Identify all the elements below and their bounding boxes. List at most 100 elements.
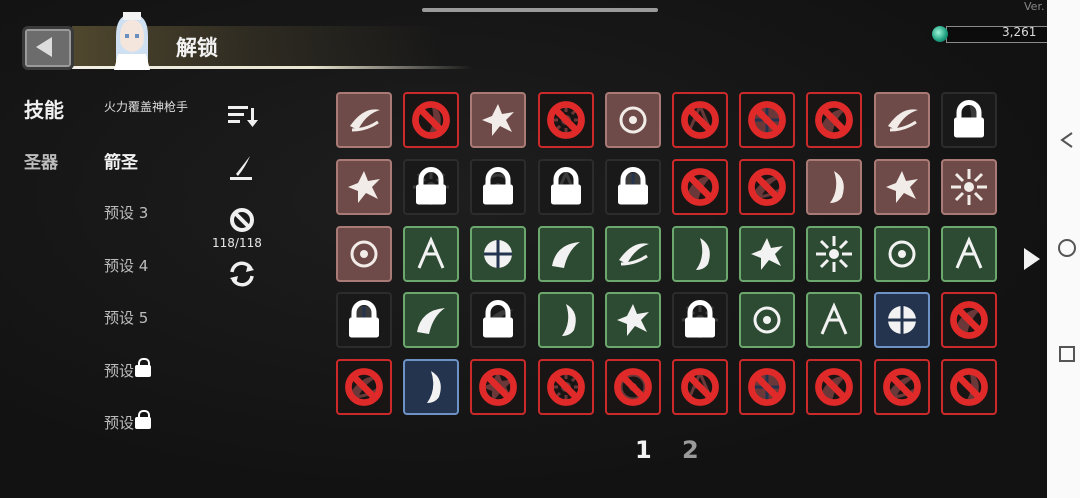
system-recents-icon[interactable] <box>1057 344 1077 364</box>
preset-label: 预设 <box>104 362 135 380</box>
skill-tile[interactable] <box>538 226 594 282</box>
skill-tile[interactable] <box>470 226 526 282</box>
skill-tile[interactable] <box>941 159 997 215</box>
chain-icon <box>484 240 512 268</box>
shuriken-icon <box>753 306 781 334</box>
ban-badge-icon <box>547 368 585 406</box>
skill-tile[interactable] <box>470 292 526 348</box>
skill-tile[interactable] <box>605 292 661 348</box>
skill-tile[interactable] <box>538 92 594 148</box>
skill-tile[interactable] <box>806 92 862 148</box>
storm-icon <box>886 171 918 203</box>
skill-tile[interactable] <box>941 226 997 282</box>
beam-icon <box>888 240 916 268</box>
preset-item-locked[interactable]: 预设 <box>104 358 152 381</box>
skill-tile[interactable] <box>806 226 862 282</box>
ban-badge-icon <box>614 368 652 406</box>
ban-badge-icon <box>950 301 988 339</box>
ban-badge-icon <box>547 101 585 139</box>
leap-icon <box>552 242 580 268</box>
ban-badge-icon <box>950 368 988 406</box>
skill-tile[interactable] <box>874 159 930 215</box>
category-relics[interactable]: 圣器 <box>24 148 58 173</box>
currency-display: 3,261 <box>932 24 1050 44</box>
skill-tile[interactable] <box>470 359 526 415</box>
skill-tile[interactable] <box>672 92 728 148</box>
lock-icon <box>618 167 648 205</box>
refresh-icon[interactable] <box>226 260 258 288</box>
skill-tile[interactable] <box>470 159 526 215</box>
skill-tile[interactable] <box>403 159 459 215</box>
back-button[interactable] <box>22 26 74 70</box>
skill-tile[interactable] <box>739 92 795 148</box>
skill-tile[interactable] <box>739 359 795 415</box>
skill-tile[interactable] <box>605 359 661 415</box>
page-1-button[interactable]: 1 <box>635 436 652 464</box>
next-page-icon[interactable] <box>1024 248 1040 270</box>
preset-item[interactable]: 预设 4 <box>104 255 148 276</box>
lock-icon <box>483 167 513 205</box>
skill-tile[interactable] <box>538 159 594 215</box>
skill-tile[interactable] <box>336 292 392 348</box>
preset-build-title: 火力覆盖神枪手 <box>104 100 189 114</box>
skill-tile[interactable] <box>672 359 728 415</box>
lock-icon <box>349 300 379 338</box>
skill-tile[interactable] <box>739 159 795 215</box>
explosion-icon <box>751 238 783 270</box>
skill-tile[interactable] <box>672 292 728 348</box>
lock-icon <box>416 167 446 205</box>
skill-tile[interactable] <box>403 359 459 415</box>
lock-icon <box>135 358 152 377</box>
preset-item[interactable]: 预设 3 <box>104 202 148 223</box>
skill-tile[interactable] <box>672 159 728 215</box>
character-avatar <box>114 12 150 70</box>
skill-tile[interactable] <box>874 359 930 415</box>
skill-tile[interactable] <box>403 292 459 348</box>
skill-tile[interactable] <box>605 159 661 215</box>
skill-tile[interactable] <box>941 359 997 415</box>
comet-icon <box>417 236 445 269</box>
quill-icon[interactable] <box>226 154 258 182</box>
skill-tile[interactable] <box>874 292 930 348</box>
ban-badge-icon <box>815 368 853 406</box>
ban-badge-icon <box>681 368 719 406</box>
skill-tile[interactable] <box>403 226 459 282</box>
jump-icon <box>619 243 649 266</box>
system-home-icon[interactable] <box>1057 238 1077 258</box>
skill-tile[interactable] <box>739 226 795 282</box>
skill-tile[interactable] <box>672 226 728 282</box>
skill-tile[interactable] <box>470 92 526 148</box>
skill-tile[interactable] <box>806 292 862 348</box>
web-icon <box>562 304 576 336</box>
skill-tile[interactable] <box>605 226 661 282</box>
ban-badge-icon <box>681 168 719 206</box>
skill-tile[interactable] <box>605 92 661 148</box>
skill-tile[interactable] <box>806 359 862 415</box>
system-back-icon[interactable] <box>1057 130 1077 150</box>
preset-item[interactable]: 箭圣 <box>104 148 138 173</box>
ball-icon <box>888 306 916 334</box>
skill-tile[interactable] <box>538 292 594 348</box>
lock-icon <box>483 300 513 338</box>
category-skills[interactable]: 技能 <box>24 94 64 123</box>
lock-icon <box>551 167 581 205</box>
skill-tile[interactable] <box>336 92 392 148</box>
burst-icon <box>482 104 514 136</box>
preset-item[interactable]: 预设 5 <box>104 307 148 328</box>
skill-tile[interactable] <box>336 226 392 282</box>
skill-tile[interactable] <box>874 226 930 282</box>
top-handle[interactable] <box>422 8 658 12</box>
preset-item-locked[interactable]: 预设 <box>104 410 152 433</box>
skill-tile[interactable] <box>336 159 392 215</box>
skill-tile[interactable] <box>874 92 930 148</box>
skill-tile[interactable] <box>941 292 997 348</box>
skill-tile[interactable] <box>336 359 392 415</box>
sort-icon[interactable] <box>226 102 258 130</box>
skill-tile[interactable] <box>941 92 997 148</box>
page-2-button[interactable]: 2 <box>682 436 699 464</box>
skill-tile[interactable] <box>538 359 594 415</box>
ban-icon[interactable] <box>226 206 258 234</box>
skill-tile[interactable] <box>806 159 862 215</box>
skill-tile[interactable] <box>403 92 459 148</box>
skill-tile[interactable] <box>739 292 795 348</box>
